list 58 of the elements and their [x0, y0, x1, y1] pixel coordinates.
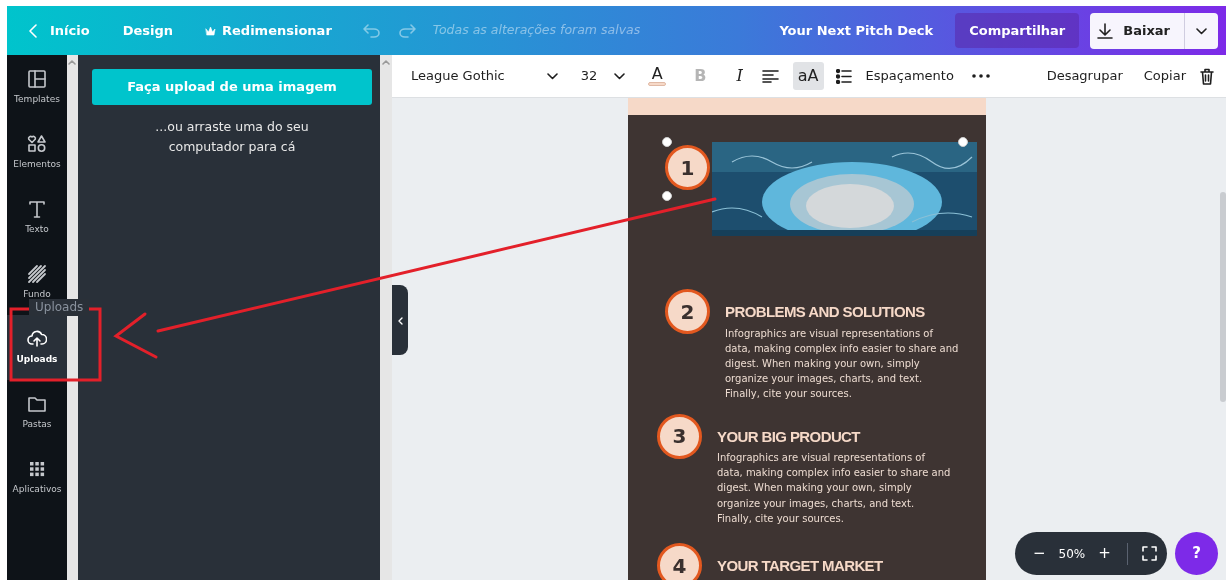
sidebar-item[interactable]: Templates — [7, 55, 67, 120]
shapes-icon — [27, 133, 47, 154]
text-style-button[interactable]: I — [731, 62, 748, 90]
crown-icon — [205, 25, 217, 36]
scroll-up-icon — [68, 60, 76, 65]
copy-button[interactable]: Copiar — [1143, 66, 1186, 86]
hatch-icon — [27, 263, 47, 284]
color-swatch-icon — [648, 82, 667, 86]
zoom-in-button[interactable]: + — [1098, 542, 1111, 565]
document-title: Your Next Pitch Deck — [779, 21, 934, 40]
chevron-left-icon — [397, 316, 403, 325]
chevron-down-icon[interactable] — [614, 72, 626, 80]
section-title: YOUR TARGET MARKET — [717, 556, 883, 577]
upload-hint: ...ou arraste uma do seu computador para cá — [154, 118, 310, 156]
handle-icon[interactable] — [958, 137, 968, 147]
fullscreen-icon[interactable] — [1141, 546, 1157, 561]
section-title: PROBLEMS AND SOLUTIONS — [725, 302, 926, 322]
scrollbar-thumb[interactable] — [1220, 192, 1226, 402]
sidebar-item[interactable]: Elementos — [7, 120, 67, 185]
caret-icon — [1196, 27, 1207, 35]
section-title: YOUR BIG PRODUCT — [717, 426, 862, 447]
save-status: Todas as alterações foram salvas — [432, 21, 641, 40]
cloud-upload-icon — [27, 328, 47, 349]
font-dropdown[interactable]: League Gothic — [411, 66, 505, 86]
step-number: 3 — [657, 413, 702, 459]
font-size-field[interactable]: 32 — [580, 66, 598, 86]
text-icon — [27, 198, 47, 219]
sidebar-item[interactable]: Aplicativos — [7, 445, 67, 510]
handle-icon[interactable] — [662, 191, 672, 201]
back-icon — [29, 23, 37, 38]
sidebar-item[interactable]: Texto — [7, 185, 67, 250]
sidebar-item[interactable]: Pastas — [7, 380, 67, 445]
help-button[interactable]: ? — [1175, 532, 1218, 575]
zoom-level: 50% — [1058, 545, 1086, 563]
step-number: 2 — [665, 289, 710, 334]
handle-icon[interactable] — [662, 137, 672, 147]
scroll-up-icon — [382, 60, 390, 65]
section-text: Infographics are visual representations of data, making complex info easier to share and digest. When making your own, simply organize your images, charts, and text. Finally, cite your sources. — [725, 326, 959, 402]
align-left-icon[interactable] — [761, 69, 779, 83]
chevron-down-icon[interactable] — [546, 72, 558, 80]
step-number: 1 — [665, 145, 710, 190]
layout-icon — [27, 68, 47, 89]
text-style-button: B — [689, 62, 712, 90]
ungroup-button[interactable]: Desagrupar — [1046, 66, 1123, 86]
step-number: 4 — [657, 543, 702, 580]
text-color-button[interactable]: A — [645, 66, 670, 86]
text-style-button[interactable]: aA — [792, 62, 824, 90]
sidebar-item[interactable]: Uploads — [7, 315, 67, 380]
collapse-handle[interactable] — [392, 285, 408, 355]
tooltip: Uploads — [29, 299, 89, 316]
zoom-out-button[interactable]: − — [1033, 542, 1046, 565]
spacing-button[interactable]: Espaçamento — [865, 66, 954, 86]
trash-icon[interactable] — [1200, 67, 1214, 85]
list-icon[interactable] — [835, 68, 852, 84]
share-button[interactable]: Compartilhar — [955, 12, 1080, 49]
section-text: Infographics are visual representations of data, making complex info easier to share and digest. When making your own, simply organize your images, charts, and text. Finally, cite your sources. — [717, 451, 951, 526]
more-icon[interactable] — [971, 74, 990, 78]
download-icon — [1097, 22, 1114, 39]
